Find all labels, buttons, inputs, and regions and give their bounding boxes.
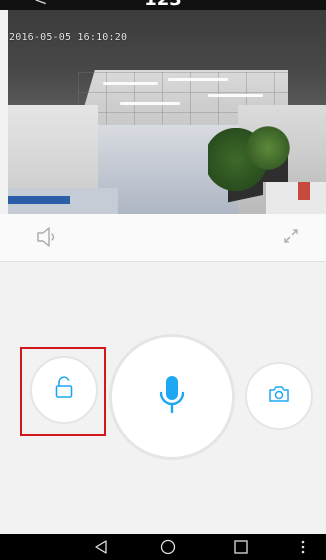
video-boxes [263,182,326,214]
triangle-back-icon[interactable] [93,539,109,560]
speaker-icon[interactable] [35,226,61,248]
video-control-row [0,214,326,262]
square-recent-icon[interactable] [233,539,249,560]
circle-home-icon[interactable] [160,539,176,560]
system-nav-bar [0,534,326,560]
microphone-icon [157,374,187,421]
camera-button[interactable] [245,362,313,430]
video-red-box [298,182,310,200]
light-strip [208,94,263,97]
video-feed[interactable]: 2016-05-05 16:10:20 [8,10,326,214]
page-title: 123 [0,0,326,9]
light-strip [103,82,158,85]
unlock-icon [54,375,74,405]
light-strip [120,102,180,105]
top-bar: < 123 [0,0,326,10]
light-strip [168,78,228,81]
camera-icon [268,385,290,408]
video-plant-top [238,118,298,178]
vertical-dots-icon[interactable] [300,539,306,560]
video-timestamp: 2016-05-05 16:10:20 [9,32,128,43]
unlock-button[interactable] [30,356,98,424]
fullscreen-icon[interactable] [283,228,299,244]
video-blue-sign [8,196,70,204]
action-area [0,262,326,534]
microphone-button[interactable] [109,334,235,460]
